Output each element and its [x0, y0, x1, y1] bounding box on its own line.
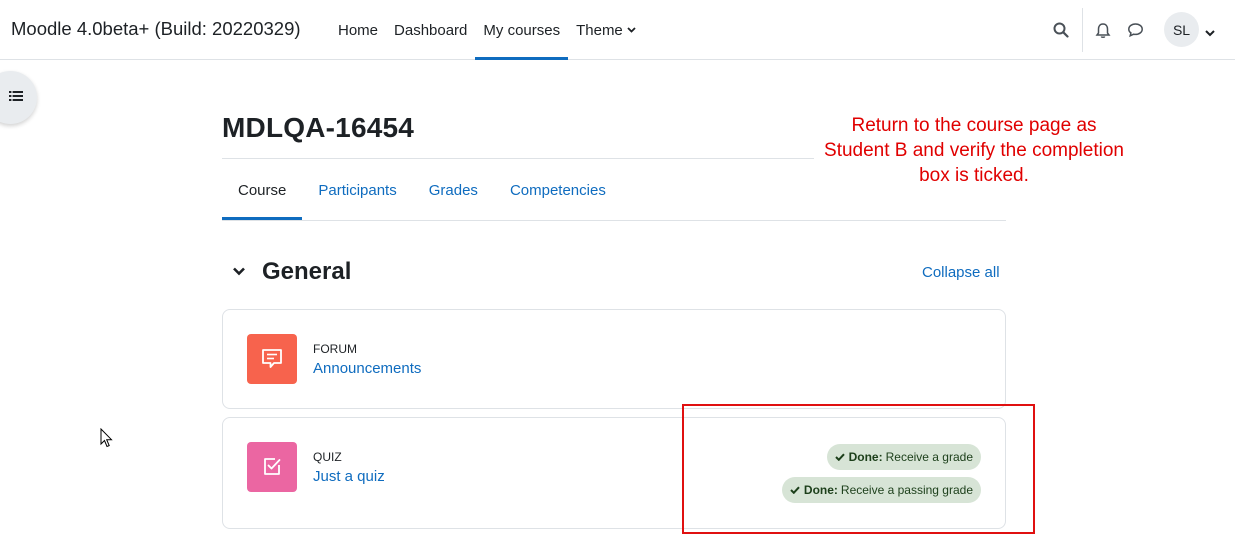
- mouse-cursor-icon: [100, 427, 113, 453]
- nav-dashboard[interactable]: Dashboard: [386, 0, 475, 60]
- activity-link-announcements[interactable]: Announcements: [313, 360, 421, 377]
- bell-icon[interactable]: [1091, 18, 1115, 42]
- nav-home-label: Home: [338, 21, 379, 39]
- title-divider: [222, 158, 814, 159]
- nav-home[interactable]: Home: [330, 0, 386, 60]
- section-title: General: [262, 258, 352, 285]
- nav-theme-label: Theme: [576, 21, 623, 39]
- message-icon[interactable]: [1123, 18, 1147, 42]
- collapse-all-link[interactable]: Collapse all: [922, 264, 1000, 281]
- secondary-navigation: Course Participants Grades Competencies: [222, 160, 622, 220]
- activity-link-just-a-quiz[interactable]: Just a quiz: [313, 468, 385, 485]
- forum-icon: [247, 334, 297, 384]
- highlight-box-annotation: [682, 404, 1035, 534]
- quiz-icon: [247, 442, 297, 492]
- primary-navigation: Home Dashboard My courses Theme: [330, 0, 644, 60]
- nav-theme[interactable]: Theme: [568, 0, 644, 60]
- course-index-toggle[interactable]: [0, 71, 37, 124]
- tab-participants[interactable]: Participants: [302, 160, 412, 220]
- user-initials: SL: [1172, 21, 1191, 38]
- tab-grades[interactable]: Grades: [413, 160, 494, 220]
- nav-my-courses-label: My courses: [483, 21, 561, 39]
- tab-competencies-label: Competencies: [509, 181, 606, 199]
- site-brand[interactable]: Moodle 4.0beta+ (Build: 20220329): [11, 18, 301, 40]
- activity-card-forum: FORUM Announcements: [222, 309, 1006, 409]
- instruction-annotation: Return to the course page as Student B a…: [824, 115, 1124, 186]
- activity-type-label: FORUM: [313, 342, 357, 356]
- search-icon[interactable]: [1049, 18, 1073, 42]
- secondary-nav-divider: [222, 220, 1006, 221]
- chevron-down-icon: [627, 27, 636, 33]
- activity-type-label: QUIZ: [313, 450, 342, 464]
- page-title: MDLQA-16454: [222, 112, 415, 143]
- section-collapse-chevron-icon[interactable]: [231, 263, 249, 281]
- navbar-divider: [1082, 8, 1083, 52]
- tab-course[interactable]: Course: [222, 160, 303, 220]
- tab-participants-label: Participants: [318, 181, 397, 199]
- tab-grades-label: Grades: [428, 181, 478, 199]
- list-icon: [9, 89, 23, 107]
- nav-dashboard-label: Dashboard: [394, 21, 468, 39]
- user-avatar[interactable]: SL: [1164, 12, 1199, 47]
- chevron-down-icon[interactable]: [1205, 24, 1215, 42]
- tab-competencies[interactable]: Competencies: [494, 160, 622, 220]
- tab-course-label: Course: [238, 181, 287, 199]
- nav-my-courses[interactable]: My courses: [475, 0, 568, 60]
- top-navbar: Moodle 4.0beta+ (Build: 20220329) Home D…: [0, 0, 1235, 60]
